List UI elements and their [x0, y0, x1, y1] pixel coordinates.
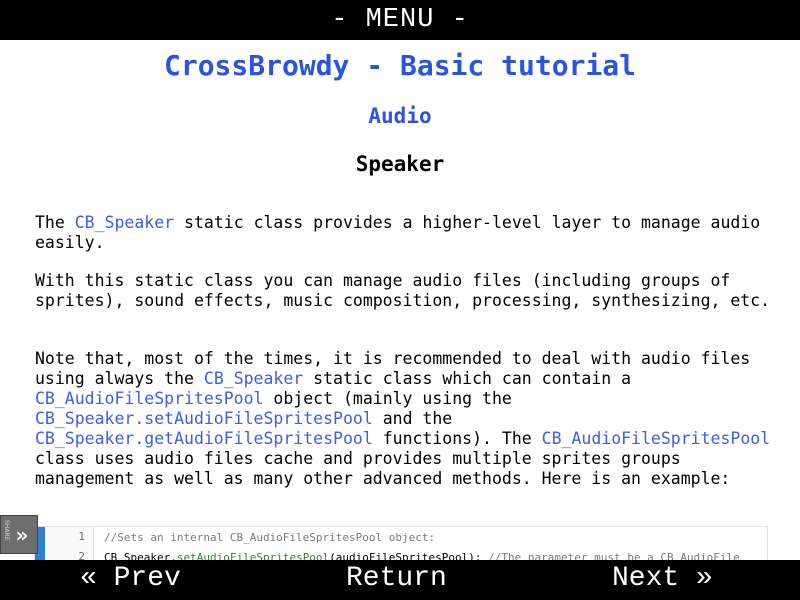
link-set-audio-file-sprites-pool[interactable]: CB_Speaker.setAudioFileSpritesPool	[35, 409, 373, 428]
text: class uses audio files cache and provide…	[35, 449, 731, 488]
line-number: 1	[45, 527, 94, 547]
paragraph-features: With this static class you can manage au…	[35, 271, 771, 310]
section-heading: Audio	[368, 104, 432, 128]
link-cb-speaker[interactable]: CB_Speaker	[75, 213, 174, 232]
menu-bar[interactable]: - MENU -	[0, 0, 800, 40]
code-args: (audioFileSpritesPool);	[329, 550, 489, 561]
code-line: 2 CB_Speaker.setAudioFileSpritesPool(aud…	[45, 547, 767, 560]
code-text: //Sets an internal CB_AudioFileSpritesPo…	[94, 531, 435, 544]
menu-label[interactable]: - MENU -	[331, 5, 469, 35]
text: object (mainly using the	[263, 389, 512, 408]
chevron-right-double-icon: »	[15, 522, 29, 547]
code-line: 1 //Sets an internal CB_AudioFileSprites…	[45, 527, 767, 547]
link-cb-speaker[interactable]: CB_Speaker	[204, 369, 303, 388]
line-number: 2	[45, 547, 94, 560]
link-get-audio-file-sprites-pool[interactable]: CB_Speaker.getAudioFileSpritesPool	[35, 429, 373, 448]
code-comment: //Sets an internal CB_AudioFileSpritesPo…	[104, 530, 436, 544]
subsection-heading: Speaker	[355, 152, 445, 176]
page-title: CrossBrowdy - Basic tutorial	[163, 49, 636, 82]
share-label: SHARE	[3, 520, 10, 541]
text: functions). The	[372, 429, 542, 448]
bottom-nav: « Prev Return Next »	[0, 560, 800, 600]
code-text: CB_Speaker.setAudioFileSpritesPool(audio…	[94, 551, 740, 561]
text: The	[35, 213, 75, 232]
paragraph-intro: The CB_Speaker static class provides a h…	[35, 213, 775, 253]
link-cb-audiofilespritespool[interactable]: CB_AudioFileSpritesPool	[35, 389, 263, 408]
paragraph-note: Note that, most of the times, it is reco…	[35, 349, 775, 489]
text: and the	[372, 409, 453, 428]
link-cb-audiofilespritespool[interactable]: CB_AudioFileSpritesPool	[542, 429, 770, 448]
prev-button[interactable]: « Prev	[80, 563, 181, 594]
main-content: CrossBrowdy - Basic tutorial Audio Speak…	[0, 40, 800, 560]
code-function: setAudioFileSpritesPool	[176, 550, 330, 561]
text: static class which can contain a	[303, 369, 632, 388]
share-button[interactable]: SHARE »	[0, 515, 38, 554]
code-object: CB_Speaker.	[104, 550, 177, 561]
return-button[interactable]: Return	[346, 563, 447, 594]
code-comment: //The parameter must be a CB_AudioFile	[488, 550, 740, 561]
code-block: 1 //Sets an internal CB_AudioFileSprites…	[34, 526, 768, 560]
next-button[interactable]: Next »	[612, 563, 713, 594]
